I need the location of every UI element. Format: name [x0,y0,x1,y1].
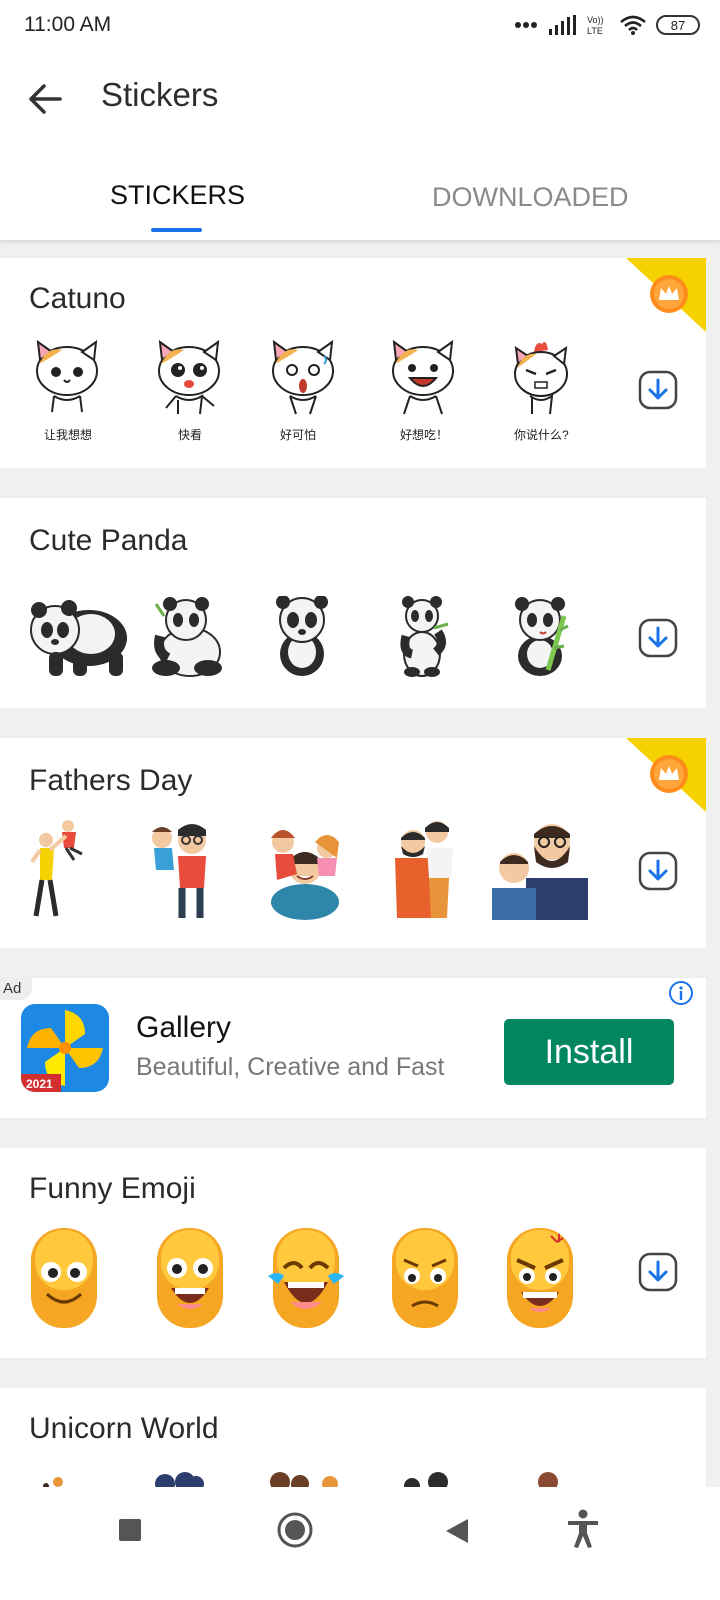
emoji-laugh-tears-sticker[interactable] [266,1226,346,1330]
signal-icon [549,15,576,35]
ad-icon-badge: 2021 [26,1077,53,1091]
page-title: Stickers [101,76,219,113]
pack-title: Fathers Day [29,764,193,797]
volte-icon: Vo))LTE [587,15,604,36]
app-screen: 11:00 AM Vo)) LTE 87 Stickers STICKERS DO… [0,0,720,1600]
panda-front-sticker[interactable] [273,596,331,678]
emoji-smile-sticker[interactable] [29,1226,99,1330]
pack-title: Cute Panda [29,524,188,557]
sticker-pack-unicorn-world[interactable]: Unicorn World [0,1388,706,1488]
father-child-shoulder-sticker[interactable] [148,818,214,920]
cat-scared-sticker[interactable]: 好可怕 [266,338,341,442]
download-icon[interactable] [638,1252,678,1292]
sticker-caption: 好可怕 [280,428,317,442]
panda-eating-sticker[interactable] [398,596,450,678]
status-icons: Vo)) LTE 87 [514,10,700,40]
svg-text:Vo)): Vo)) [587,15,604,25]
ad-label: Ad [0,978,32,1000]
svg-text:LTE: LTE [587,26,603,36]
download-icon[interactable] [638,370,678,410]
home-circle-icon[interactable] [277,1512,313,1548]
father-family-sticker[interactable] [267,818,343,920]
pack-title: Unicorn World [29,1412,219,1445]
tab-downloaded[interactable]: DOWNLOADED [432,182,629,213]
cat-angry-sticker[interactable]: 你说什么? [506,338,576,442]
emoji-worried-sticker[interactable] [390,1226,460,1330]
wifi-icon [620,15,646,35]
panda-bamboo-sticker[interactable] [510,596,570,678]
sticker-pack-funny-emoji[interactable]: Funny Emoji [0,1148,706,1358]
battery-icon: 87 [656,15,700,35]
accessibility-icon[interactable] [566,1509,600,1549]
premium-crown-icon [626,258,706,332]
emoji-angry-sticker[interactable] [505,1226,575,1330]
father-bearded-son-sticker[interactable] [490,818,590,920]
back-arrow-icon[interactable] [22,76,68,122]
sticker-pack-fathers-day[interactable]: Fathers Day [0,738,706,948]
tab-stickers[interactable]: STICKERS [110,180,245,211]
install-button[interactable]: Install [504,1019,674,1085]
cat-look-sticker[interactable]: 快看 [152,338,227,442]
pack-title: Catuno [29,282,126,315]
status-time: 11:00 AM [24,13,112,36]
sticker-caption: 快看 [178,428,203,442]
premium-crown-icon [626,738,706,812]
recent-apps-square-icon[interactable] [118,1518,142,1542]
pack-title: Funny Emoji [29,1172,196,1205]
tab-bar: STICKERS DOWNLOADED [0,142,720,240]
unicorn-stickers-peek [43,1472,558,1488]
system-nav-bar [0,1487,720,1600]
father-lifting-child-sticker[interactable] [28,818,84,920]
app-bar: Stickers [0,52,720,142]
cat-hungry-sticker[interactable]: 好想吃！ [386,338,461,442]
panda-walking-sticker[interactable] [29,596,129,678]
sticker-pack-cute-panda[interactable]: Cute Panda [0,498,706,708]
back-triangle-icon[interactable] [444,1517,470,1545]
sticker-caption: 让我想想 [44,428,93,442]
sticker-caption: 你说什么? [514,428,569,442]
father-son-hug-sticker[interactable] [391,818,457,920]
ad-banner[interactable]: Ad 2021 Gallery Beautiful, Creative and … [0,978,706,1118]
download-icon[interactable] [638,618,678,658]
active-tab-indicator [151,228,202,232]
emoji-happy-sticker[interactable] [155,1226,225,1330]
cat-think-sticker[interactable]: 让我想想 [30,338,105,442]
download-icon[interactable] [638,851,678,891]
ad-subtitle: Beautiful, Creative and Fast [136,1053,445,1081]
gallery-app-icon[interactable]: 2021 [21,1004,109,1092]
ad-title[interactable]: Gallery [136,1011,231,1045]
info-icon[interactable] [668,980,694,1006]
sticker-pack-catuno[interactable]: Catuno 让我想想 快看 好可怕 好想吃！ 你说什么? [0,258,706,468]
status-bar: 11:00 AM Vo)) LTE 87 [0,0,720,52]
more-dots-icon [515,22,537,28]
sticker-caption: 好想吃！ [400,428,449,442]
